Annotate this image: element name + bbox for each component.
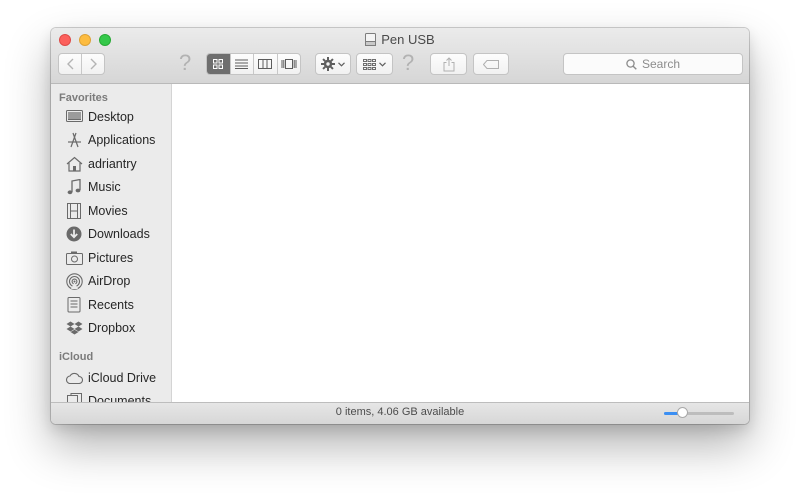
cloud-icon	[65, 369, 83, 387]
tag-button[interactable]	[473, 53, 509, 75]
forward-button[interactable]	[81, 54, 104, 74]
cover-flow-view-button[interactable]	[276, 54, 301, 74]
music-icon	[65, 178, 83, 196]
sidebar-item-label: Recents	[88, 298, 134, 312]
cover-flow-view-icon	[281, 59, 297, 69]
sidebar-item-label: AirDrop	[88, 274, 131, 288]
sidebar-item-label: Pictures	[88, 251, 134, 265]
share-button[interactable]	[430, 53, 467, 75]
icon-view-button[interactable]	[207, 54, 230, 74]
recents-icon	[65, 296, 83, 314]
action-menu-button[interactable]	[315, 53, 351, 75]
sidebar-section-icloud: iCloud	[59, 351, 94, 363]
pictures-icon	[65, 249, 83, 267]
title-bar[interactable]: Pen USB ? ? Search	[51, 28, 749, 84]
movies-icon	[65, 202, 83, 220]
column-view-icon	[258, 59, 273, 69]
sidebar-item-label: Movies	[88, 204, 128, 218]
sidebar-item-applications[interactable]: Applications	[65, 130, 155, 150]
arrange-menu-button[interactable]	[356, 53, 393, 75]
sidebar-item-label: iCloud Drive	[88, 371, 157, 385]
chevron-down-icon	[379, 61, 386, 67]
search-input[interactable]: Search	[563, 53, 743, 75]
sidebar-item-desktop[interactable]: Desktop	[65, 107, 134, 127]
sidebar-item-label: adriantry	[88, 157, 137, 171]
view-switcher	[206, 53, 301, 75]
sidebar-item-music[interactable]: Music	[65, 177, 121, 197]
help-icon[interactable]: ?	[402, 52, 414, 74]
sidebar-item-airdrop[interactable]: AirDrop	[65, 271, 130, 291]
share-icon	[443, 56, 454, 71]
chevron-left-icon	[66, 58, 73, 70]
sidebar-item-label: Applications	[88, 133, 156, 147]
window-title: Pen USB	[51, 31, 749, 49]
sidebar-item-recents[interactable]: Recents	[65, 295, 134, 315]
back-button[interactable]	[59, 54, 81, 74]
sidebar-item-adriantry[interactable]: adriantry	[65, 154, 137, 174]
list-view-button[interactable]	[229, 54, 254, 74]
search-icon	[626, 58, 637, 70]
applications-icon	[65, 131, 83, 149]
finder-window: Pen USB ? ? Search Favorites Desktop App…	[51, 28, 749, 424]
slider-knob[interactable]	[676, 407, 688, 418]
sidebar[interactable]: Favorites Desktop Applications adriantry…	[51, 84, 172, 403]
chevron-down-icon	[338, 61, 345, 67]
tag-icon	[483, 59, 499, 69]
home-icon	[65, 155, 83, 173]
column-view-button[interactable]	[253, 54, 277, 74]
window-title-text: Pen USB	[381, 32, 435, 47]
file-browser-area[interactable]	[172, 84, 749, 403]
sidebar-item-icloud-drive[interactable]: iCloud Drive	[65, 368, 156, 388]
sidebar-item-label: Music	[88, 180, 121, 194]
status-bar: 0 items, 4.06 GB available	[51, 402, 749, 424]
sidebar-item-downloads[interactable]: Downloads	[65, 224, 150, 244]
icon-view-icon	[213, 59, 224, 69]
search-placeholder: Search	[641, 57, 681, 71]
gear-icon	[321, 57, 335, 71]
downloads-icon	[65, 225, 83, 243]
sidebar-item-pictures[interactable]: Pictures	[65, 248, 133, 268]
airdrop-icon	[65, 272, 83, 290]
sidebar-item-label: Desktop	[88, 110, 134, 124]
sidebar-item-movies[interactable]: Movies	[65, 201, 128, 221]
status-text: 0 items, 4.06 GB available	[335, 406, 465, 418]
list-view-icon	[235, 59, 249, 69]
sidebar-item-label: Downloads	[88, 227, 150, 241]
sidebar-item-label: Dropbox	[88, 321, 136, 335]
help-icon[interactable]: ?	[179, 52, 191, 74]
icon-size-slider[interactable]	[664, 407, 734, 418]
desktop-icon	[65, 108, 83, 126]
arrange-icon	[363, 58, 376, 70]
dropbox-icon	[65, 319, 83, 337]
usb-drive-icon	[365, 33, 377, 46]
chevron-right-icon	[90, 58, 97, 70]
sidebar-item-dropbox[interactable]: Dropbox	[65, 318, 135, 338]
sidebar-section-favorites: Favorites	[59, 92, 108, 104]
navigation-group	[58, 53, 105, 75]
